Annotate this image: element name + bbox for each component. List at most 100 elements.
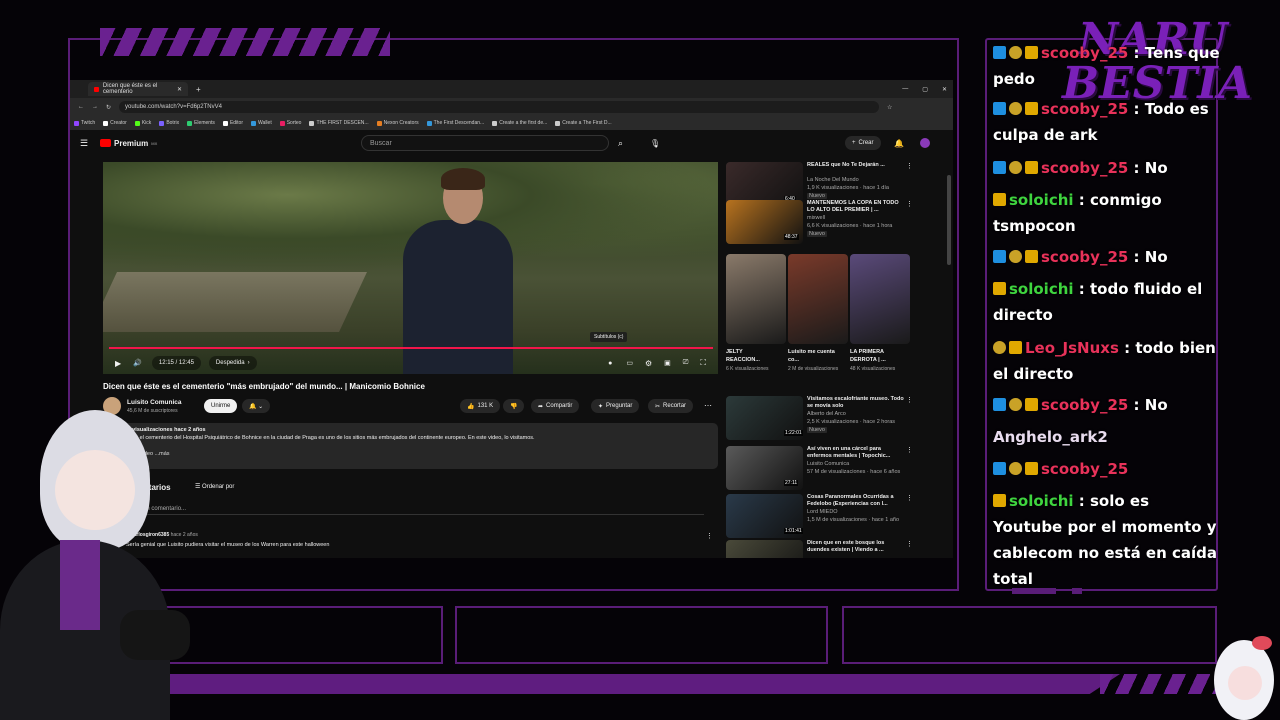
bookmark-item[interactable]: Kick [134,120,151,126]
rec-title[interactable]: REALES que No Te Dejarán ... [807,162,907,169]
bookmark-item[interactable]: Twitch [74,120,95,126]
bookmark-item[interactable]: Creator [103,120,127,126]
clip-button[interactable]: ✂ Recortar [648,399,694,413]
chat-username[interactable]: soloichi [1009,492,1074,510]
rec-title[interactable]: Dicen que en este bosque los duendes exi… [807,540,907,554]
bookmark-item[interactable]: The First Descendan... [426,120,484,126]
bell-icon[interactable]: 🔔 [894,139,904,148]
sort-button[interactable]: ☰ Ordenar por [195,483,234,490]
rec-item[interactable]: 1:01:41 Cosas Paranormales Ocurridas a Fe… [726,494,916,538]
rec-item[interactable]: Dicen que en este bosque los duendes exi… [726,540,916,558]
scrollbar[interactable] [947,175,951,265]
rec-title[interactable]: MANTENEMOS LA COPA EN TODO LO ALTO DEL P… [807,200,907,214]
subscribe-bell-button[interactable]: 🔔 ⌄ [242,399,271,413]
short-title[interactable]: JELTY REACCION... [726,348,776,364]
chat-username[interactable]: Anghelo_ark2 [993,428,1108,446]
chat-username[interactable]: scooby_25 [1041,44,1128,62]
cast-icon[interactable]: ⎚ [683,359,689,367]
forward-icon[interactable]: → [92,104,98,110]
short-thumbnail[interactable] [726,254,786,344]
miniplayer-icon[interactable]: ▣ [664,359,671,367]
comment-more-icon[interactable]: ⋮ [706,532,713,540]
fullscreen-icon[interactable]: ⛶ [700,358,706,368]
rec-menu-icon[interactable]: ⋮ [906,494,913,502]
chat-username[interactable]: scooby_25 [1041,100,1128,118]
bookmark-item[interactable]: Sorteo [279,120,301,126]
url-field[interactable]: youtube.com/watch?v=Fd6p2TNvV4 [119,101,880,113]
ask-button[interactable]: ✦ Preguntar [591,399,640,413]
join-button[interactable]: Unirme [204,399,238,413]
new-tab-icon[interactable]: + [196,85,201,94]
more-icon[interactable]: ⋯ [704,401,712,410]
rec-title[interactable]: Cosas Paranormales Ocurridas a Fedelobo … [807,494,907,508]
chapter-button[interactable]: Despedida › [208,356,257,370]
reload-icon[interactable]: ↻ [106,104,111,111]
short-thumbnail[interactable] [850,254,910,344]
like-button[interactable]: 👍 131 K [460,399,501,413]
chat-username[interactable]: soloichi [1009,280,1074,298]
sub-badge-icon [1009,161,1022,174]
close-window-icon[interactable]: ✕ [942,86,947,93]
share-button[interactable]: ➦ Compartir [531,399,580,413]
chat-username[interactable]: scooby_25 [1041,248,1128,266]
browser-tab[interactable]: Dicen que éste es el cementerio ✕ [88,82,188,96]
star-icon[interactable]: ☆ [887,104,892,111]
autoplay-icon[interactable]: ● [608,360,612,367]
maximize-icon[interactable]: ▢ [922,86,928,93]
short-thumbnail[interactable] [788,254,848,344]
bookmark-item[interactable]: Elements [187,120,215,126]
rec-thumbnail[interactable] [726,540,803,558]
bookmark-item[interactable]: Editor [222,120,243,126]
chat-message: soloichi : todo fluido el directo [993,276,1221,328]
search-input[interactable]: Buscar [361,135,609,151]
close-icon[interactable]: ✕ [177,86,182,93]
rec-menu-icon[interactable]: ⋮ [906,396,913,404]
rec-menu-icon[interactable]: ⋮ [906,446,913,454]
rec-item[interactable]: 48:37 MANTENEMOS LA COPA EN TODO LO ALTO … [726,200,916,244]
rec-menu-icon[interactable]: ⋮ [906,200,913,208]
create-button[interactable]: + Crear [845,136,881,150]
rec-item[interactable]: 27:11 Así viven en una cárcel para enferm… [726,446,916,490]
chat-message: scooby_25 : No [993,244,1221,270]
bookmark-item[interactable]: THE FIRST DESCEN... [309,120,369,126]
dislike-button[interactable]: 👎 [503,399,525,413]
short-title[interactable]: Luisito me cuenta co... [788,348,838,364]
back-icon[interactable]: ← [78,104,84,110]
bookmark-item[interactable]: Create a The First D... [555,120,612,126]
rec-duration: 1:01:41 [784,528,803,534]
bookmark-item[interactable]: Nexon Creators [376,120,419,126]
prime-badge-icon [993,250,1006,263]
short-views: 2 M de visualizaciones [788,366,839,372]
rec-menu-icon[interactable]: ⋮ [906,162,913,170]
chat-username[interactable]: soloichi [1009,191,1074,209]
bookmark-item[interactable]: Botrix [159,120,179,126]
progress-bar[interactable] [109,347,713,349]
chat-username[interactable]: scooby_25 [1041,396,1128,414]
play-icon[interactable]: ▶ [115,359,121,368]
prime-badge-icon [993,161,1006,174]
settings-icon[interactable]: ⚙ [645,359,652,368]
bookmark-item[interactable]: Create a the first de... [492,120,547,126]
search-icon[interactable]: ⌕ [618,138,623,149]
video-player[interactable]: Subtítulos (c) [103,162,718,374]
chat-username[interactable]: Leo_JsNuxs [1025,339,1119,357]
menu-icon[interactable]: ☰ [80,138,88,149]
rec-menu-icon[interactable]: ⋮ [906,540,913,548]
youtube-logo[interactable]: Premium MX [100,139,157,148]
chat-username[interactable]: scooby_25 [1041,460,1128,478]
prime-badge-icon [993,46,1006,59]
rec-title[interactable]: Así viven en una cárcel para enfermos me… [807,446,907,460]
minimize-icon[interactable]: — [902,86,908,92]
bookmark-label: Editor [229,120,243,126]
add-comment-input[interactable]: Añade un comentario... [124,506,704,515]
bookmark-item[interactable]: Wallet [251,120,272,126]
subtitles-icon[interactable]: ▭ [626,359,633,367]
avatar[interactable] [920,138,930,148]
chat-username[interactable]: scooby_25 [1041,159,1128,177]
short-title[interactable]: LA PRIMERA DERROTA | ... [850,348,900,364]
rec-title[interactable]: Visitamos escalofriante museo. Todo se m… [807,396,907,410]
volume-icon[interactable]: 🔊 [133,359,142,367]
rec-item[interactable]: 1:22:01 Visitamos escalofriante museo. To… [726,396,916,440]
mic-icon[interactable]: 🎙 [650,139,660,148]
channel-name[interactable]: Luisito Comunica [127,399,182,406]
